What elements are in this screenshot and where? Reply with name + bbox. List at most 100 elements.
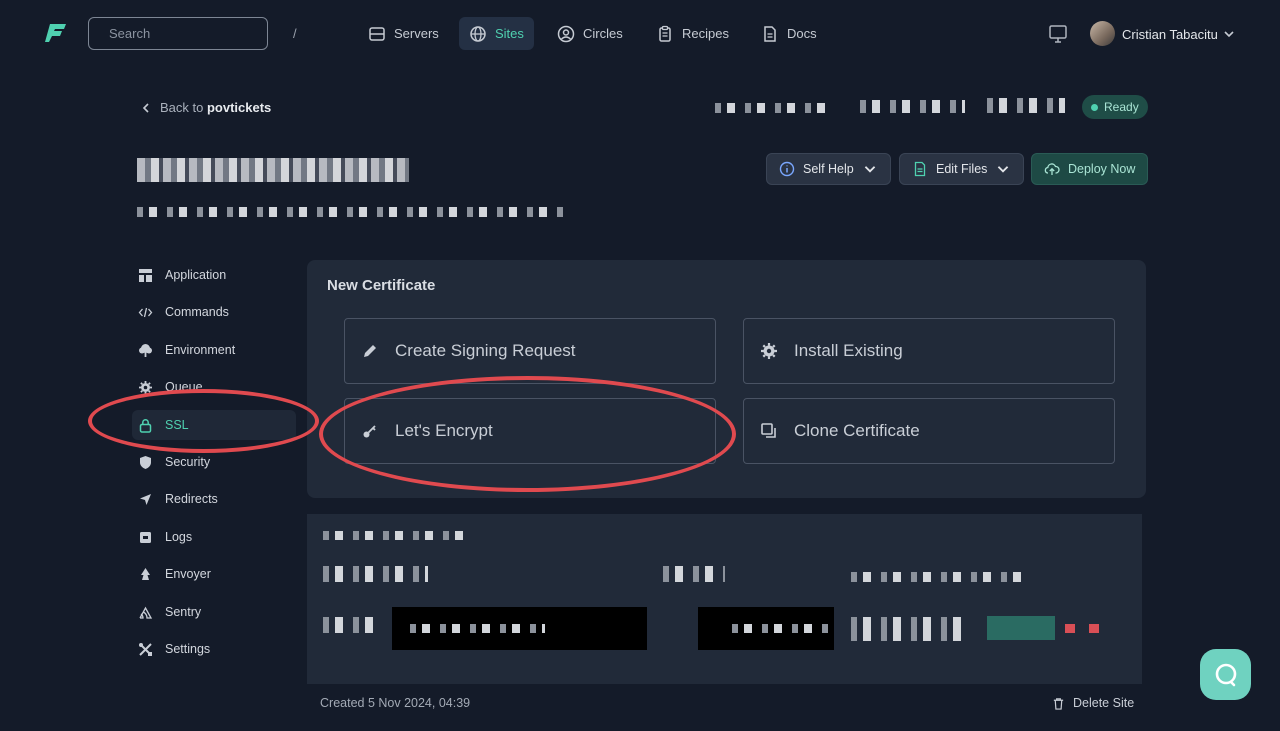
sidebar-item-label: Commands [165, 305, 229, 319]
forge-logo-icon[interactable] [44, 22, 68, 44]
rocket-icon [141, 567, 150, 580]
redacted-table-cell [410, 624, 545, 633]
document-icon [764, 25, 776, 42]
nav-recipes[interactable]: Recipes [646, 17, 739, 50]
back-prefix: Back to [160, 100, 204, 115]
status-label: Ready [1104, 100, 1139, 114]
deploy-now-button[interactable]: Deploy Now [1031, 153, 1149, 185]
nav-servers[interactable]: Servers [358, 17, 449, 50]
nav-label: Circles [583, 26, 623, 41]
nav-label: Docs [787, 26, 817, 41]
monitor-icon[interactable] [1048, 24, 1068, 44]
redacted-server-info [715, 103, 835, 113]
back-link[interactable]: Back to povtickets [140, 100, 271, 115]
sidebar-item-label: Environment [165, 343, 236, 357]
option-label: Create Signing Request [395, 341, 576, 360]
self-help-label: Self Help [803, 162, 854, 176]
search-shortcut: / [293, 26, 297, 41]
option-label: Clone Certificate [794, 421, 920, 440]
clone-certificate-option[interactable]: Clone Certificate [743, 398, 1115, 464]
redacted-table-cell [323, 617, 378, 633]
self-help-button[interactable]: Self Help [766, 153, 891, 185]
delete-site-button[interactable]: Delete Site [1052, 696, 1134, 710]
redacted-site-subtitle [137, 207, 563, 217]
gear-icon [761, 343, 777, 359]
deploy-now-label: Deploy Now [1068, 162, 1136, 176]
sidebar-item-environment[interactable]: Environment [132, 335, 296, 365]
edit-files-label: Edit Files [936, 162, 988, 176]
redacted-action [1065, 624, 1113, 633]
install-existing-option[interactable]: Install Existing [743, 318, 1115, 384]
redacted-status-badge [987, 616, 1055, 640]
cloud-upload-icon [1044, 163, 1060, 175]
sidebar-item-label: Logs [165, 530, 193, 544]
pencil-icon [364, 345, 376, 357]
sidebar-item-label: Redirects [165, 492, 218, 506]
info-icon [779, 161, 795, 177]
nav-label: Servers [394, 26, 439, 41]
chat-icon [1215, 663, 1236, 686]
redacted-table-header [663, 566, 725, 582]
nav-circles[interactable]: Circles [547, 17, 633, 50]
chevron-down-icon[interactable] [1222, 27, 1236, 41]
redacted-table-header [323, 566, 428, 582]
nav-label: Recipes [682, 26, 729, 41]
user-name[interactable]: Cristian Tabacitu [1122, 27, 1218, 42]
nav-label: Sites [495, 26, 524, 41]
user-circle-icon [557, 25, 575, 42]
status-badge: Ready [1082, 95, 1148, 119]
clipboard-icon [659, 25, 671, 42]
help-chat-button[interactable] [1200, 649, 1251, 700]
redacted-server-info [987, 98, 1065, 113]
chevron-down-icon [864, 166, 875, 173]
globe-icon [470, 25, 486, 42]
edit-files-button[interactable]: Edit Files [899, 153, 1025, 185]
annotation-ellipse [88, 389, 319, 453]
redacted-server-info [860, 100, 965, 113]
delete-site-label: Delete Site [1073, 696, 1135, 710]
sidebar-item-label: Application [165, 268, 227, 282]
sidebar-item-application[interactable]: Application [132, 260, 296, 290]
server-icon [369, 26, 385, 41]
search-box[interactable]: / [88, 17, 297, 50]
create-signing-request-option[interactable]: Create Signing Request [344, 318, 716, 384]
sidebar-item-commands[interactable]: Commands [132, 297, 296, 327]
redacted-table-header [851, 572, 1021, 582]
sidebar-item-label: Envoyer [165, 567, 211, 581]
created-date: Created 5 Nov 2024, 04:39 [320, 696, 471, 710]
arrow-icon [140, 493, 151, 505]
option-label: Install Existing [794, 341, 903, 360]
file-icon [914, 161, 926, 177]
nav-sites[interactable]: Sites [459, 17, 534, 50]
redacted-table-cell [851, 617, 971, 641]
sidebar-item-label: Settings [165, 642, 211, 656]
sidebar-item-redirects[interactable]: Redirects [132, 484, 296, 514]
search-input[interactable] [109, 26, 285, 41]
chevron-down-icon [998, 166, 1009, 173]
avatar[interactable] [1090, 21, 1115, 46]
redacted-table-cell [732, 624, 832, 633]
annotation-ellipse [319, 376, 736, 492]
back-target: povtickets [206, 100, 272, 115]
sidebar-item-envoyer[interactable]: Envoyer [132, 559, 296, 589]
tree-icon [139, 343, 152, 357]
copy-icon [761, 423, 776, 438]
sidebar-item-settings[interactable]: Settings [132, 634, 296, 664]
sidebar-item-sentry[interactable]: Sentry [132, 597, 296, 627]
redacted-site-title [137, 158, 409, 182]
logs-icon [140, 531, 151, 543]
trash-icon [1053, 697, 1064, 710]
card-title: New Certificate [327, 277, 436, 294]
redacted-table-title [323, 531, 469, 540]
nav-docs[interactable]: Docs [751, 17, 827, 50]
sidebar-item-logs[interactable]: Logs [132, 522, 296, 552]
chevron-left-icon [142, 102, 149, 113]
tools-icon [139, 642, 152, 656]
sidebar-item-label: Sentry [165, 605, 202, 619]
code-icon [138, 307, 153, 317]
status-dot [1091, 103, 1098, 111]
sidebar-item-label: Security [165, 455, 211, 469]
layout-icon [139, 268, 152, 282]
sentry-icon [139, 606, 153, 619]
shield-icon [140, 455, 151, 469]
